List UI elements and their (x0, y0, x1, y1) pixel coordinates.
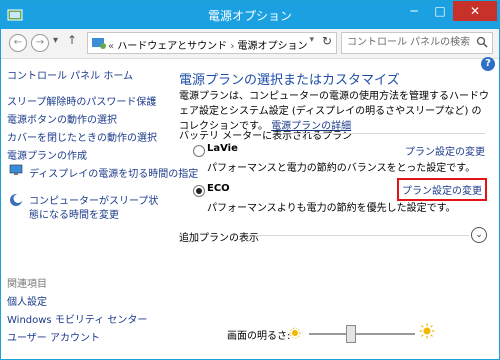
sidebar: コントロール パネル ホーム スリープ解除時のパスワード保護 電源ボタンの動作の… (1, 59, 198, 359)
minimize-button[interactable]: ─ (401, 1, 427, 21)
plan-desc-lavie: パフォーマンスと電力の節約のバランスをとった設定です。 (207, 163, 476, 174)
sidebar-item-power-button[interactable]: 電源ボタンの動作の選択 (7, 111, 117, 126)
sidebar-related-mobility-center[interactable]: Windows モビリティ センター (7, 311, 147, 326)
forward-button[interactable]: → (31, 34, 49, 52)
plan-radio-lavie[interactable] (193, 145, 205, 157)
sidebar-related-personalization[interactable]: 個人設定 (7, 293, 47, 308)
expand-chevron-icon[interactable]: ⌄ (471, 227, 487, 243)
sidebar-item-create-plan[interactable]: 電源プランの作成 (7, 147, 87, 162)
maximize-button[interactable]: □ (427, 1, 453, 21)
change-plan-settings-lavie[interactable]: プラン設定の変更 (405, 143, 485, 158)
up-button[interactable]: ↑ (67, 33, 77, 47)
brightness-slider-thumb[interactable] (346, 325, 357, 343)
power-options-window: 電源オプション ─ □ ✕ ← → ▾ ↑ « ハードウェアとサウンド › 電源… (0, 0, 500, 360)
address-dropdown-icon[interactable]: ▾ (309, 35, 314, 45)
search-box[interactable] (341, 32, 493, 54)
change-plan-settings-eco[interactable]: プラン設定の変更 (397, 178, 487, 201)
brightness-low-icon (289, 327, 301, 339)
control-panel-icon (92, 38, 106, 49)
sleep-icon (10, 194, 23, 206)
plan-desc-eco: パフォーマンスよりも電力の節約を優先した設定です。 (207, 203, 456, 214)
brightness-label: 画面の明るさ: (227, 331, 291, 342)
sidebar-item-lid-close[interactable]: カバーを閉じたときの動作の選択 (7, 129, 157, 144)
search-icon[interactable] (476, 36, 488, 48)
sidebar-item-wakeup-password[interactable]: スリープ解除時のパスワード保護 (7, 93, 156, 108)
plan-group-label: バッテリ メーターに表示されるプラン (179, 131, 353, 142)
breadcrumb: « ハードウェアとサウンド › 電源オプション (108, 37, 308, 52)
page-title: 電源プランの選択またはカスタマイズ (179, 73, 400, 88)
display-icon (9, 164, 23, 175)
group-divider (291, 133, 485, 134)
title-bar: 電源オプション ─ □ ✕ (1, 1, 499, 29)
brightness-slider-track[interactable] (309, 333, 415, 335)
back-button[interactable]: ← (9, 34, 27, 52)
breadcrumb-overflow[interactable]: « (108, 41, 114, 52)
navigation-bar: ← → ▾ ↑ « ハードウェアとサウンド › 電源オプション ▾ ↻ (1, 29, 499, 59)
window-controls: ─ □ ✕ (401, 1, 497, 21)
breadcrumb-hardware-and-sound[interactable]: ハードウェアとサウンド (117, 41, 227, 52)
related-heading: 関連項目 (7, 279, 47, 290)
more-plans-divider (255, 235, 469, 236)
plan-name-lavie[interactable]: LaVie (207, 143, 238, 154)
sidebar-item-sleep-time[interactable]: コンピューターがスリープ状態になる時間を変更 (29, 195, 161, 223)
breadcrumb-power-options[interactable]: 電源オプション (238, 41, 308, 52)
sidebar-related-user-accounts[interactable]: ユーザー アカウント (7, 329, 100, 344)
brightness-high-icon (419, 323, 435, 339)
plan-name-eco[interactable]: ECO (207, 183, 230, 194)
search-input[interactable] (344, 33, 473, 51)
breadcrumb-separator[interactable]: › (230, 41, 234, 52)
plan-radio-eco[interactable] (193, 185, 205, 197)
recent-locations-button[interactable]: ▾ (53, 35, 58, 46)
sidebar-control-panel-home[interactable]: コントロール パネル ホーム (7, 67, 133, 82)
close-button[interactable]: ✕ (453, 1, 497, 21)
address-bar[interactable]: « ハードウェアとサウンド › 電源オプション ▾ ↻ (87, 32, 337, 54)
main-content: 電源プランの選択またはカスタマイズ 電源プランは、コンピューターの電源の使用方法… (165, 59, 499, 359)
refresh-button[interactable]: ↻ (322, 34, 332, 48)
show-additional-plans[interactable]: 追加プランの表示 (179, 229, 259, 244)
